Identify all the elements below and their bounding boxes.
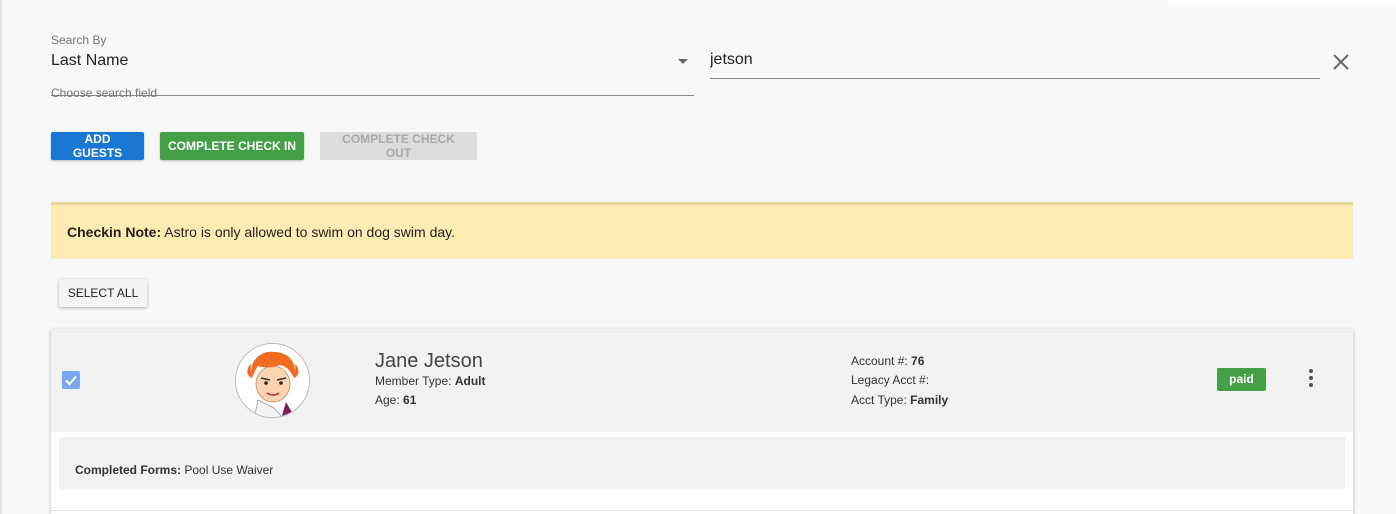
legacy-account: Legacy Acct #: [851,373,929,387]
checkin-note-label: Checkin Note: [67,224,162,240]
legacy-label: Legacy Acct #: [851,373,930,387]
complete-check-in-button[interactable]: COMPLETE CHECK IN [160,132,304,160]
acct-type-value: Family [910,393,949,407]
account-value: 76 [911,354,925,368]
add-guests-button[interactable]: ADD GUESTS [51,132,144,160]
select-all-button[interactable]: SELECT ALL [59,279,147,307]
member-type-label: Member Type: [375,374,452,388]
search-field-value: Last Name [51,52,129,69]
top-strip [1168,0,1396,6]
account-type: Acct Type: Family [851,393,948,407]
clear-search-button[interactable] [1329,50,1353,74]
member-type-value: Adult [454,374,486,388]
member-type: Member Type: Adult [375,374,485,388]
member-select-checkbox[interactable] [62,371,80,389]
completed-forms: Completed Forms: Pool Use Waiver [59,437,1345,489]
left-border [0,0,2,514]
close-icon [1333,54,1349,70]
account-number: Account #: 76 [851,354,924,368]
age-label: Age: [375,393,400,407]
member-card: Jane Jetson Member Type: Adult Age: 61 A… [51,329,1353,514]
more-vert-icon[interactable] [1303,367,1319,391]
checkin-note: Checkin Note: Astro is only allowed to s… [51,202,1353,259]
card-divider [51,510,1353,511]
search-field-hint: Choose search field [51,86,158,100]
account-label: Account #: [851,354,908,368]
member-age: Age: 61 [375,393,416,407]
search-by-label: Search By [51,33,107,47]
search-query-field[interactable] [710,33,1320,79]
completed-forms-label: Completed Forms: [75,463,182,477]
member-name: Jane Jetson [375,350,483,372]
status-badge: paid [1217,368,1266,391]
age-value: 61 [403,393,417,407]
member-card-header: Jane Jetson Member Type: Adult Age: 61 A… [51,329,1353,432]
search-query-input[interactable] [710,51,1320,69]
completed-forms-value: Pool Use Waiver [184,463,274,477]
search-by-field[interactable]: Search By Last Name Choose search field [51,33,694,100]
avatar-image [236,344,309,417]
complete-check-out-button: COMPLETE CHECK OUT [320,132,477,160]
dropdown-arrow-icon[interactable] [678,59,688,64]
avatar [235,343,310,418]
acct-type-label: Acct Type: [851,393,907,407]
checkbox-checked-icon [65,375,77,386]
checkin-note-text: Astro is only allowed to swim on dog swi… [164,224,455,240]
